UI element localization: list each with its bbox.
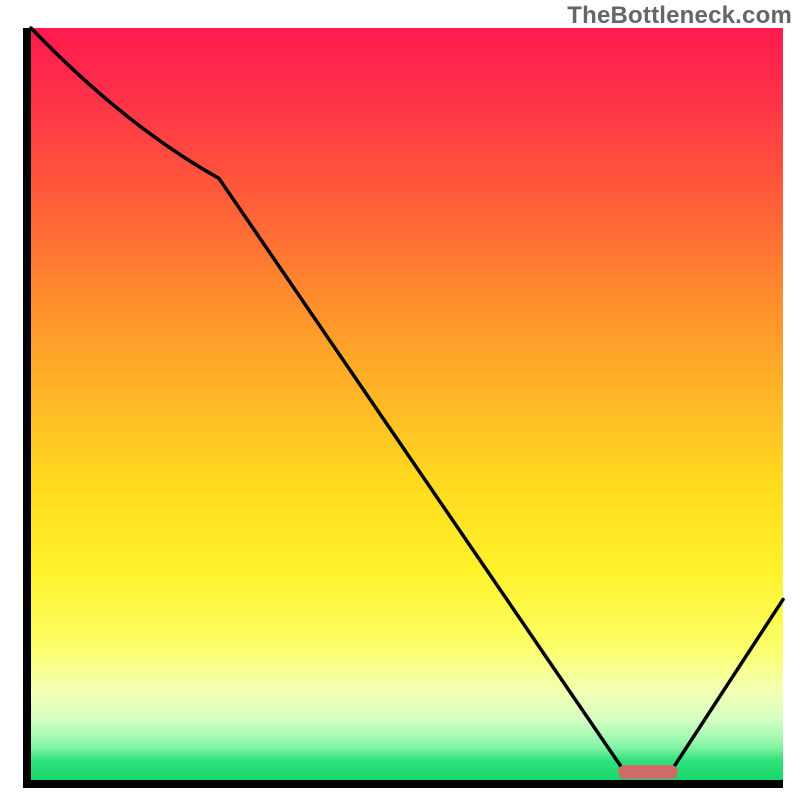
chart-container: TheBottleneck.com — [0, 0, 800, 800]
y-axis — [23, 28, 31, 788]
x-axis — [23, 780, 783, 788]
bottleneck-curve — [31, 28, 783, 780]
watermark-text: TheBottleneck.com — [567, 2, 792, 30]
curve-path — [31, 28, 783, 772]
optimal-marker — [618, 765, 678, 779]
